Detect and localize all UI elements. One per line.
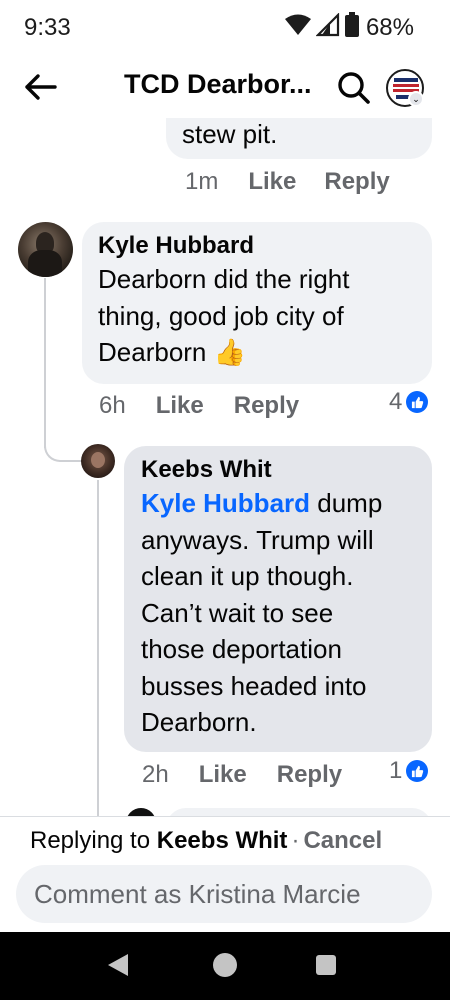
thread-connector — [44, 428, 82, 462]
comment-time: 6h — [99, 392, 126, 419]
comment-bubble[interactable]: stew pit. — [166, 118, 432, 159]
comment-line: clean it up though. — [141, 561, 354, 591]
comment-text: stew pit. — [182, 119, 278, 149]
thumbs-up-icon — [406, 760, 429, 782]
comment-actions: 2h Like Reply — [142, 761, 342, 789]
replying-to-name: Keebs Whit — [156, 827, 288, 854]
avatar[interactable] — [81, 444, 115, 478]
nav-home-icon[interactable] — [213, 953, 237, 977]
comment-author[interactable]: Keebs Whit — [141, 455, 416, 485]
comment-bubble[interactable] — [166, 808, 432, 816]
arrow-left-icon — [25, 74, 57, 100]
reply-button[interactable]: Reply — [234, 392, 299, 420]
system-nav-bar — [0, 932, 450, 1000]
comment-line: Kyle Hubbard dump — [141, 485, 416, 522]
comment-actions: 1m Like Reply — [185, 168, 390, 196]
comment-input[interactable] — [16, 865, 432, 923]
comment-actions: 6h Like Reply — [99, 392, 299, 420]
search-button[interactable] — [336, 70, 372, 106]
comment-line: Dearborn 👍 — [98, 334, 416, 371]
thumbs-up-icon — [406, 391, 429, 413]
cancel-reply-button[interactable]: Cancel — [303, 827, 382, 854]
separator: · — [291, 827, 300, 854]
comment-author[interactable]: Kyle Hubbard — [98, 231, 416, 261]
reply-button[interactable]: Reply — [277, 761, 342, 789]
cell-signal-icon — [315, 12, 340, 42]
comment-bubble[interactable]: Keebs Whit Kyle Hubbard dump anyways. Tr… — [124, 446, 432, 752]
comment-line-text: Dearborn — [98, 337, 207, 367]
comment-line: those deportation — [141, 634, 342, 664]
avatar[interactable] — [18, 222, 73, 277]
reply-button[interactable]: Reply — [324, 168, 389, 196]
like-button[interactable]: Like — [248, 168, 296, 196]
thread-line — [44, 278, 46, 448]
thread-line — [97, 480, 99, 816]
comment-time: 1m — [185, 168, 219, 195]
avatar-figure — [28, 250, 62, 277]
reply-composer: Replying to Keebs Whit · Cancel — [0, 816, 450, 932]
thumbs-up-emoji: 👍 — [213, 337, 247, 367]
status-time: 9:33 — [24, 14, 71, 41]
battery-icon — [344, 12, 360, 43]
reaction-summary[interactable]: 1 — [389, 757, 429, 785]
comments-feed[interactable]: stew pit. 1m Like Reply Kyle Hubbard Dea… — [0, 118, 450, 816]
comment-line: Can’t wait to see — [141, 597, 334, 628]
wifi-icon — [284, 13, 312, 42]
like-button[interactable]: Like — [156, 392, 204, 420]
comment-line: Dearborn did the right — [98, 264, 350, 294]
search-icon — [338, 72, 370, 104]
status-bar: 9:33 68% — [0, 0, 450, 56]
chevron-down-icon: ⌄ — [408, 91, 424, 107]
nav-back-icon[interactable] — [108, 954, 128, 976]
group-avatar-stripe — [393, 84, 419, 87]
back-button[interactable] — [20, 70, 60, 104]
group-avatar-icon — [394, 78, 418, 82]
avatar[interactable] — [126, 808, 156, 816]
comment-line: anyways. Trump will — [141, 524, 374, 555]
comment-text: Dearborn did the right thing, good job c… — [98, 261, 416, 371]
comment-text: Kyle Hubbard dump anyways. Trump will cl… — [141, 485, 416, 741]
mention-link[interactable]: Kyle Hubbard — [141, 488, 310, 518]
battery-percent: 68% — [365, 13, 414, 41]
replying-to-bar: Replying to Keebs Whit · Cancel — [30, 827, 382, 855]
comment-time: 2h — [142, 761, 169, 788]
reaction-count: 1 — [389, 757, 403, 784]
reaction-count: 4 — [389, 388, 403, 415]
replying-prefix: Replying to — [30, 827, 151, 854]
like-button[interactable]: Like — [199, 761, 247, 789]
comment-line: busses headed into — [141, 670, 367, 701]
reaction-summary[interactable]: 4 — [389, 388, 429, 416]
page-title: TCD Dearbor... — [124, 69, 312, 99]
comment-line-text: dump — [310, 488, 383, 518]
comment-bubble[interactable]: Kyle Hubbard Dearborn did the right thin… — [82, 222, 432, 384]
comment-line: thing, good job city of — [98, 300, 344, 331]
app-header: TCD Dearbor... ⌄ — [0, 56, 450, 118]
comment-line: Dearborn. — [141, 707, 257, 737]
nav-recents-icon[interactable] — [316, 955, 336, 975]
status-indicators: 68% — [284, 12, 414, 43]
avatar-figure — [91, 452, 105, 468]
